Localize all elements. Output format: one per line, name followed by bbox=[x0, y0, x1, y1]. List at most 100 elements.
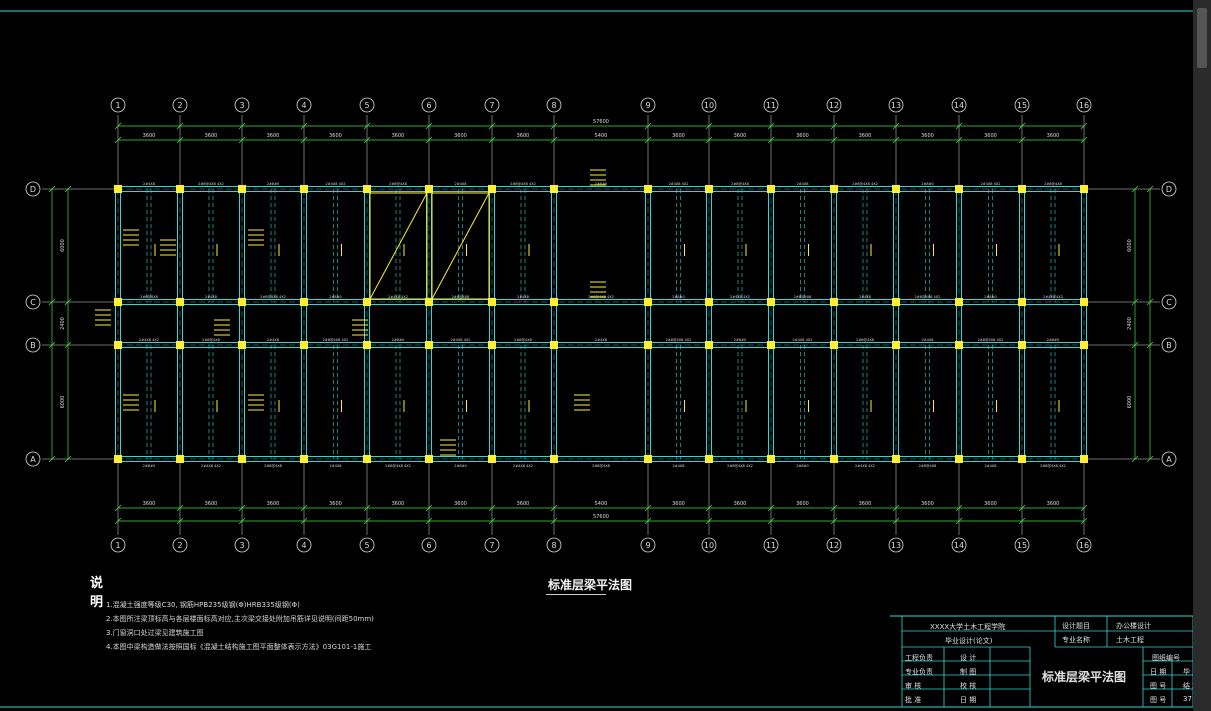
axis-bubble-label: 13 bbox=[891, 541, 901, 550]
beam-label: 2#8@4X8 bbox=[856, 338, 874, 342]
column bbox=[176, 341, 184, 349]
beam-label: 2#4X8 bbox=[921, 338, 933, 342]
beam-label: 2#8#0 bbox=[734, 338, 747, 342]
column bbox=[830, 341, 838, 349]
beam-label: 2#8#0 bbox=[796, 464, 809, 468]
beam-label: 2#8@4X8 bbox=[592, 464, 610, 468]
beam-label: 2#4X8 bbox=[517, 295, 529, 299]
bay-dimension-label: 3600 bbox=[921, 501, 934, 507]
column bbox=[767, 185, 775, 193]
note-item: 2.本图所注梁顶标高与各层楼面标高对应,主次梁交接处附加吊筋详见说明(间距50m… bbox=[106, 615, 374, 623]
beam-label: 2#4X8 bbox=[267, 338, 279, 342]
vertical-scrollbar[interactable] bbox=[1193, 0, 1211, 711]
axis-bubble-label: 4 bbox=[301, 101, 306, 110]
bay-dimension-label: 3600 bbox=[143, 501, 156, 507]
axis-bubble-label: 1 bbox=[115, 101, 120, 110]
column bbox=[238, 185, 246, 193]
column bbox=[488, 455, 496, 463]
axis-bubble-label: A bbox=[30, 455, 36, 464]
tb-row-label: 审 核 bbox=[905, 682, 922, 690]
beam-label: 2#8@4X8 bbox=[794, 295, 812, 299]
axis-bubble-label: 10 bbox=[704, 541, 714, 550]
column bbox=[1018, 455, 1026, 463]
column bbox=[1018, 298, 1026, 306]
column bbox=[644, 185, 652, 193]
tb-major-label: 专业名称 bbox=[1062, 636, 1090, 644]
column bbox=[1080, 341, 1088, 349]
tb-school: XXXX大学土木工程学院 bbox=[930, 623, 1006, 631]
beam-label: 2#4X8 bbox=[672, 464, 684, 468]
tb-row-label: 设 计 bbox=[960, 654, 977, 662]
scrollbar-thumb[interactable] bbox=[1197, 8, 1207, 68]
beam-label: 2#8#0 bbox=[392, 338, 405, 342]
axis-bubble-label: 3 bbox=[239, 541, 244, 550]
bay-dimension-label: 3600 bbox=[796, 501, 809, 507]
beam-label: 2#8@4X8 bbox=[389, 182, 407, 186]
axis-bubble-label: C bbox=[1166, 298, 1172, 307]
bay-dimension-label: 3600 bbox=[205, 501, 218, 507]
axis-bubble-label: 10 bbox=[704, 101, 714, 110]
plan-title-underline bbox=[546, 594, 606, 595]
column bbox=[892, 455, 900, 463]
bay-dimension-label: 3600 bbox=[672, 501, 685, 507]
column bbox=[892, 341, 900, 349]
bay-dimension-label: 3600 bbox=[329, 133, 342, 139]
plan-title: 标准层梁平法图 bbox=[548, 578, 633, 592]
column bbox=[300, 185, 308, 193]
cad-viewport[interactable]: 3600 3600 3600 3600 3600 3600 3600 3600 3600 3600… bbox=[0, 0, 1211, 711]
side-dimension-label: 6000 bbox=[1127, 396, 1133, 409]
axis-bubble-label: 8 bbox=[551, 541, 556, 550]
note-item: 1.混凝土强度等级C30, 钢筋HPB235级钢(Φ)HRB335级钢(Φ) bbox=[106, 601, 300, 609]
axis-bubble-label: 15 bbox=[1017, 541, 1027, 550]
axis-bubble-label: 7 bbox=[489, 541, 494, 550]
note-item: 4.本图中梁构造做法按照国标《混凝土结构施工图平面整体表示方法》03G101-1… bbox=[106, 643, 372, 651]
beam-label: 2#8#0 bbox=[143, 464, 156, 468]
column bbox=[1018, 185, 1026, 193]
bay-dimension-label: 5400 bbox=[595, 133, 608, 139]
bay-dimension-label: 3600 bbox=[267, 501, 280, 507]
beam-label: 2#8@4X8 4X2 bbox=[852, 182, 878, 186]
beam-label: 2#4X8 bbox=[329, 464, 341, 468]
column bbox=[767, 298, 775, 306]
bay-dimension-label: 3600 bbox=[143, 133, 156, 139]
axis-bubble-label: 3 bbox=[239, 101, 244, 110]
column bbox=[300, 298, 308, 306]
bay-dimension-label: 3600 bbox=[984, 133, 997, 139]
beam-label: 2#4X8 4X2 bbox=[326, 182, 346, 186]
column bbox=[238, 455, 246, 463]
axis-bubble-label: 14 bbox=[954, 101, 964, 110]
column bbox=[644, 298, 652, 306]
beam-label: 2#4X8 bbox=[143, 182, 155, 186]
beam-label: 2#8@4X8 4X2 bbox=[727, 464, 753, 468]
column bbox=[550, 455, 558, 463]
beam-label: 2#4X8 bbox=[595, 338, 607, 342]
column bbox=[176, 185, 184, 193]
bay-dimension-label: 3600 bbox=[392, 133, 405, 139]
column bbox=[705, 455, 713, 463]
side-dimension-label: 2400 bbox=[60, 317, 66, 330]
column bbox=[238, 298, 246, 306]
column bbox=[705, 185, 713, 193]
axis-bubble-label: 6 bbox=[426, 101, 431, 110]
axis-bubble-label: 5 bbox=[364, 541, 369, 550]
axis-bubble-label: 14 bbox=[954, 541, 964, 550]
axis-bubble-label: D bbox=[30, 185, 36, 194]
column bbox=[767, 341, 775, 349]
axis-bubble-label: C bbox=[30, 298, 36, 307]
beam-label: 2#4X8 4X2 bbox=[793, 338, 813, 342]
tb-row-label: 日 期 bbox=[960, 696, 977, 704]
stair-diagonal bbox=[431, 192, 490, 300]
bay-dimension-label: 5400 bbox=[595, 501, 608, 507]
column bbox=[892, 185, 900, 193]
beam-label: 2#4X8 bbox=[859, 295, 871, 299]
column bbox=[830, 298, 838, 306]
column bbox=[114, 298, 122, 306]
beam-label: 2#8@4X8 bbox=[140, 295, 158, 299]
column bbox=[425, 185, 433, 193]
beam-label: 2#4X8 4X2 bbox=[201, 464, 221, 468]
beam-label: 2#4X8 4X2 bbox=[388, 295, 408, 299]
column bbox=[425, 455, 433, 463]
beam-label: 2#8#0 bbox=[329, 295, 342, 299]
column bbox=[955, 185, 963, 193]
column bbox=[488, 185, 496, 193]
